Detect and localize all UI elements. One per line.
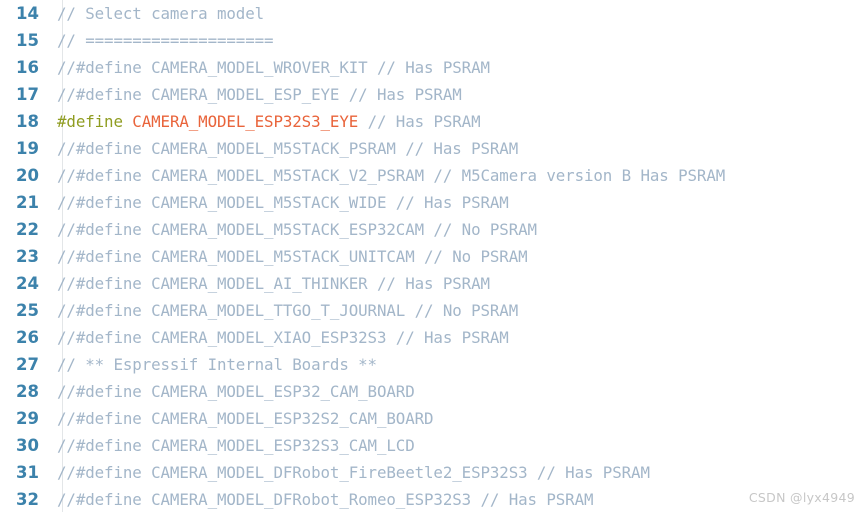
code-line-text[interactable]: //#define CAMERA_MODEL_AI_THINKER // Has… bbox=[50, 270, 865, 297]
code-line-text[interactable]: //#define CAMERA_MODEL_M5STACK_V2_PSRAM … bbox=[50, 162, 865, 189]
line-number: 15 bbox=[16, 31, 39, 50]
code-line[interactable]: 31 //#define CAMERA_MODEL_DFRobot_FireBee… bbox=[0, 459, 865, 486]
line-number: 14 bbox=[16, 4, 39, 23]
token-comment: //#define CAMERA_MODEL_ESP32S3_CAM_LCD bbox=[57, 436, 415, 455]
code-line[interactable]: 22 //#define CAMERA_MODEL_M5STACK_ESP32CA… bbox=[0, 216, 865, 243]
code-line[interactable]: 26 //#define CAMERA_MODEL_XIAO_ESP32S3 //… bbox=[0, 324, 865, 351]
token-comment: //#define CAMERA_MODEL_TTGO_T_JOURNAL //… bbox=[57, 301, 519, 320]
line-number: 18 bbox=[16, 112, 39, 131]
line-number: 25 bbox=[16, 301, 39, 320]
code-line-list: 14 // Select camera model 15 // ===========… bbox=[0, 0, 865, 513]
line-number: 17 bbox=[16, 85, 39, 104]
code-line[interactable]: 21 //#define CAMERA_MODEL_M5STACK_WIDE //… bbox=[0, 189, 865, 216]
code-line-text[interactable]: //#define CAMERA_MODEL_TTGO_T_JOURNAL //… bbox=[50, 297, 865, 324]
token-macro: CAMERA_MODEL_ESP32S3_EYE bbox=[132, 112, 359, 131]
code-line[interactable]: 25 //#define CAMERA_MODEL_TTGO_T_JOURNAL … bbox=[0, 297, 865, 324]
code-line[interactable]: 27 // ** Espressif Internal Boards ** bbox=[0, 351, 865, 378]
code-line-text[interactable]: // Select camera model bbox=[50, 0, 865, 27]
token-comment: //#define CAMERA_MODEL_M5STACK_V2_PSRAM … bbox=[57, 166, 726, 185]
token-comment: //#define CAMERA_MODEL_ESP32_CAM_BOARD bbox=[57, 382, 415, 401]
code-line[interactable]: 15 // ==================== bbox=[0, 27, 865, 54]
code-line-text[interactable]: // ==================== bbox=[50, 27, 865, 54]
line-number: 27 bbox=[16, 355, 39, 374]
line-number: 29 bbox=[16, 409, 39, 428]
token-comment: // Has PSRAM bbox=[367, 112, 481, 131]
token-comment: //#define CAMERA_MODEL_M5STACK_ESP32CAM … bbox=[57, 220, 537, 239]
line-number: 23 bbox=[16, 247, 39, 266]
code-line[interactable]: 23 //#define CAMERA_MODEL_M5STACK_UNITCAM… bbox=[0, 243, 865, 270]
line-number: 32 bbox=[16, 490, 39, 509]
code-line-text[interactable]: //#define CAMERA_MODEL_DFRobot_FireBeetl… bbox=[50, 459, 865, 486]
code-line[interactable]: 16 //#define CAMERA_MODEL_WROVER_KIT // H… bbox=[0, 54, 865, 81]
line-number: 26 bbox=[16, 328, 39, 347]
line-number: 19 bbox=[16, 139, 39, 158]
code-line-text[interactable]: //#define CAMERA_MODEL_ESP_EYE // Has PS… bbox=[50, 81, 865, 108]
line-number: 30 bbox=[16, 436, 39, 455]
line-number: 22 bbox=[16, 220, 39, 239]
code-editor[interactable]: 14 // Select camera model 15 // ===========… bbox=[0, 0, 865, 512]
token-comment: // ==================== bbox=[57, 31, 274, 50]
line-number: 20 bbox=[16, 166, 39, 185]
code-line-text[interactable]: //#define CAMERA_MODEL_M5STACK_WIDE // H… bbox=[50, 189, 865, 216]
code-line[interactable]: 17 //#define CAMERA_MODEL_ESP_EYE // Has … bbox=[0, 81, 865, 108]
code-line[interactable]: 24 //#define CAMERA_MODEL_AI_THINKER // H… bbox=[0, 270, 865, 297]
token-comment: //#define CAMERA_MODEL_DFRobot_FireBeetl… bbox=[57, 463, 650, 482]
token-comment: //#define CAMERA_MODEL_ESP_EYE // Has PS… bbox=[57, 85, 462, 104]
code-line[interactable]: 14 // Select camera model bbox=[0, 0, 865, 27]
line-number: 24 bbox=[16, 274, 39, 293]
line-number: 31 bbox=[16, 463, 39, 482]
code-line[interactable]: 30 //#define CAMERA_MODEL_ESP32S3_CAM_LCD bbox=[0, 432, 865, 459]
code-line-text[interactable]: //#define CAMERA_MODEL_XIAO_ESP32S3 // H… bbox=[50, 324, 865, 351]
token-comment: // ** Espressif Internal Boards ** bbox=[57, 355, 377, 374]
token-comment: //#define CAMERA_MODEL_AI_THINKER // Has… bbox=[57, 274, 490, 293]
line-number: 28 bbox=[16, 382, 39, 401]
code-line-text[interactable]: //#define CAMERA_MODEL_M5STACK_PSRAM // … bbox=[50, 135, 865, 162]
line-number: 21 bbox=[16, 193, 39, 212]
code-line[interactable]: 19 //#define CAMERA_MODEL_M5STACK_PSRAM /… bbox=[0, 135, 865, 162]
code-line[interactable]: 28 //#define CAMERA_MODEL_ESP32_CAM_BOARD bbox=[0, 378, 865, 405]
code-line-text[interactable]: // ** Espressif Internal Boards ** bbox=[50, 351, 865, 378]
code-line-text[interactable]: //#define CAMERA_MODEL_M5STACK_UNITCAM /… bbox=[50, 243, 865, 270]
code-line[interactable]: 29 //#define CAMERA_MODEL_ESP32S2_CAM_BOA… bbox=[0, 405, 865, 432]
code-line-text[interactable]: #define CAMERA_MODEL_ESP32S3_EYE // Has … bbox=[50, 108, 865, 135]
code-line-text[interactable]: //#define CAMERA_MODEL_ESP32S3_CAM_LCD bbox=[50, 432, 865, 459]
token-comment: //#define CAMERA_MODEL_ESP32S2_CAM_BOARD bbox=[57, 409, 434, 428]
code-line-text[interactable]: //#define CAMERA_MODEL_WROVER_KIT // Has… bbox=[50, 54, 865, 81]
code-line[interactable]: 32 //#define CAMERA_MODEL_DFRobot_Romeo_E… bbox=[0, 486, 865, 513]
code-line[interactable]: 20 //#define CAMERA_MODEL_M5STACK_V2_PSRA… bbox=[0, 162, 865, 189]
token-comment: //#define CAMERA_MODEL_XIAO_ESP32S3 // H… bbox=[57, 328, 509, 347]
token-comment: //#define CAMERA_MODEL_DFRobot_Romeo_ESP… bbox=[57, 490, 594, 509]
code-line-text[interactable]: //#define CAMERA_MODEL_DFRobot_Romeo_ESP… bbox=[50, 486, 865, 513]
code-line-text[interactable]: //#define CAMERA_MODEL_M5STACK_ESP32CAM … bbox=[50, 216, 865, 243]
token-comment: //#define CAMERA_MODEL_WROVER_KIT // Has… bbox=[57, 58, 490, 77]
code-line[interactable]: 18 #define CAMERA_MODEL_ESP32S3_EYE // Ha… bbox=[0, 108, 865, 135]
csdn-watermark: CSDN @lyx4949 bbox=[748, 490, 855, 505]
token-comment: //#define CAMERA_MODEL_M5STACK_UNITCAM /… bbox=[57, 247, 528, 266]
token-preproc: #define bbox=[57, 112, 123, 131]
line-number: 16 bbox=[16, 58, 39, 77]
token-comment: //#define CAMERA_MODEL_M5STACK_PSRAM // … bbox=[57, 139, 519, 158]
code-line-text[interactable]: //#define CAMERA_MODEL_ESP32S2_CAM_BOARD bbox=[50, 405, 865, 432]
token-comment: // Select camera model bbox=[57, 4, 265, 23]
token-comment: //#define CAMERA_MODEL_M5STACK_WIDE // H… bbox=[57, 193, 509, 212]
code-line-text[interactable]: //#define CAMERA_MODEL_ESP32_CAM_BOARD bbox=[50, 378, 865, 405]
